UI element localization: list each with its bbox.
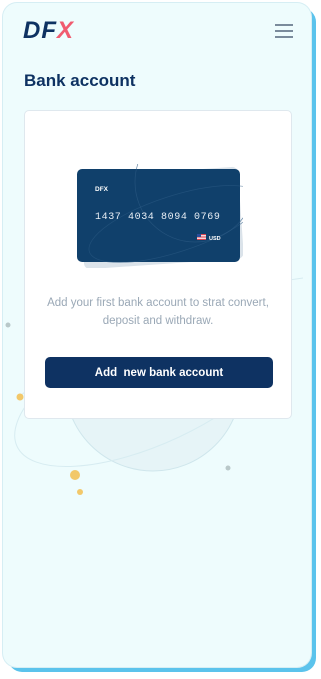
bank-account-panel: DFX 1437 4034 8094 0769 USD Add your fir… (24, 110, 292, 419)
card-brand: DFX (95, 186, 109, 193)
top-bar: DF X (3, 3, 311, 63)
page-title: Bank account (24, 71, 136, 90)
card-currency: USD (209, 236, 221, 242)
add-bank-account-button[interactable]: Add new bank account (45, 357, 273, 388)
us-flag-icon (197, 234, 206, 240)
card-number: 1437 4034 8094 0769 (95, 212, 220, 223)
logo-text: DF (23, 17, 57, 44)
empty-state-message: Add your first bank account to strat con… (47, 297, 269, 327)
hamburger-menu-icon[interactable] (275, 23, 293, 39)
dfx-logo[interactable]: DF X (23, 17, 74, 44)
app-screen: DF X Bank account DFX 1437 4034 8094 0769… (3, 3, 311, 667)
bank-card-illustration: DFX 1437 4034 8094 0769 USD (77, 164, 243, 268)
logo-accent: X (57, 17, 74, 44)
